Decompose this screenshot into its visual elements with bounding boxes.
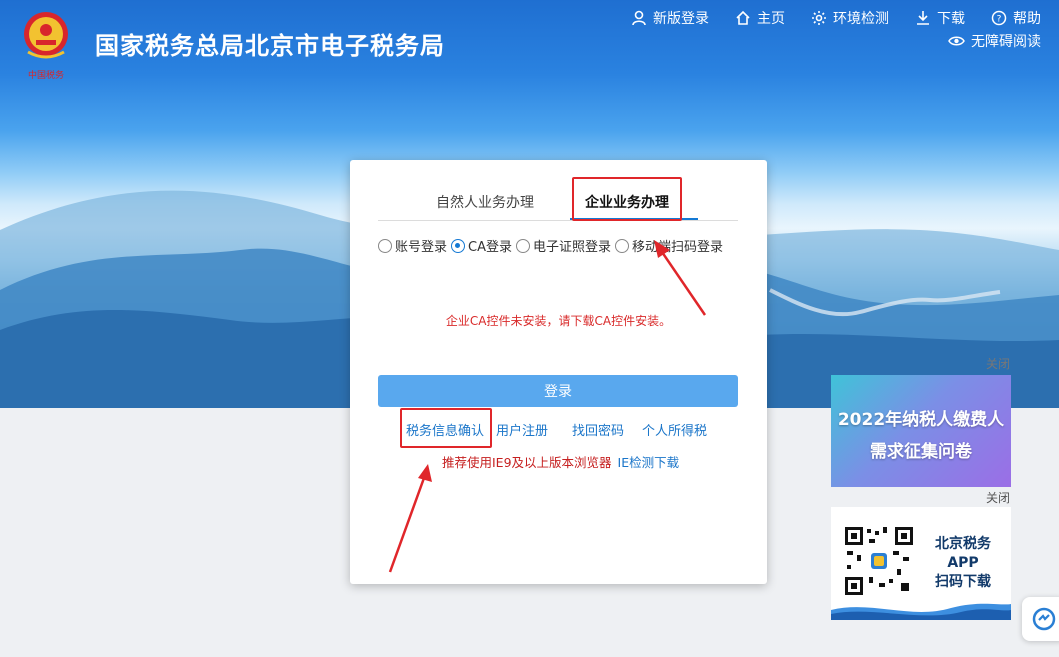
survey-ad-banner[interactable]: 2022年纳税人缴费人 需求征集问卷 — [831, 375, 1011, 487]
close-ad2-button[interactable]: 关闭 — [986, 489, 1010, 506]
app-download-ad[interactable]: 北京税务 APP 扫码下载 — [831, 507, 1011, 620]
arrow-to-tab-icon — [660, 251, 707, 316]
app-download-text: 北京税务 APP 扫码下载 — [923, 535, 1003, 592]
app-ad-line1: 北京税务 — [935, 536, 991, 552]
arrow-to-link-icon — [388, 477, 426, 573]
assistant-icon — [1032, 607, 1056, 631]
app-ad-line2: APP — [947, 555, 979, 571]
app-ad-line3: 扫码下载 — [935, 574, 991, 590]
survey-ad-line1: 2022年纳税人缴费人 — [837, 410, 1005, 430]
wave-decoration — [831, 603, 1011, 620]
close-ad1-button[interactable]: 关闭 — [986, 355, 1010, 372]
floating-assistant-button[interactable] — [1022, 597, 1059, 641]
survey-ad-line2: 需求征集问卷 — [870, 442, 972, 462]
qr-code-icon — [843, 525, 915, 597]
